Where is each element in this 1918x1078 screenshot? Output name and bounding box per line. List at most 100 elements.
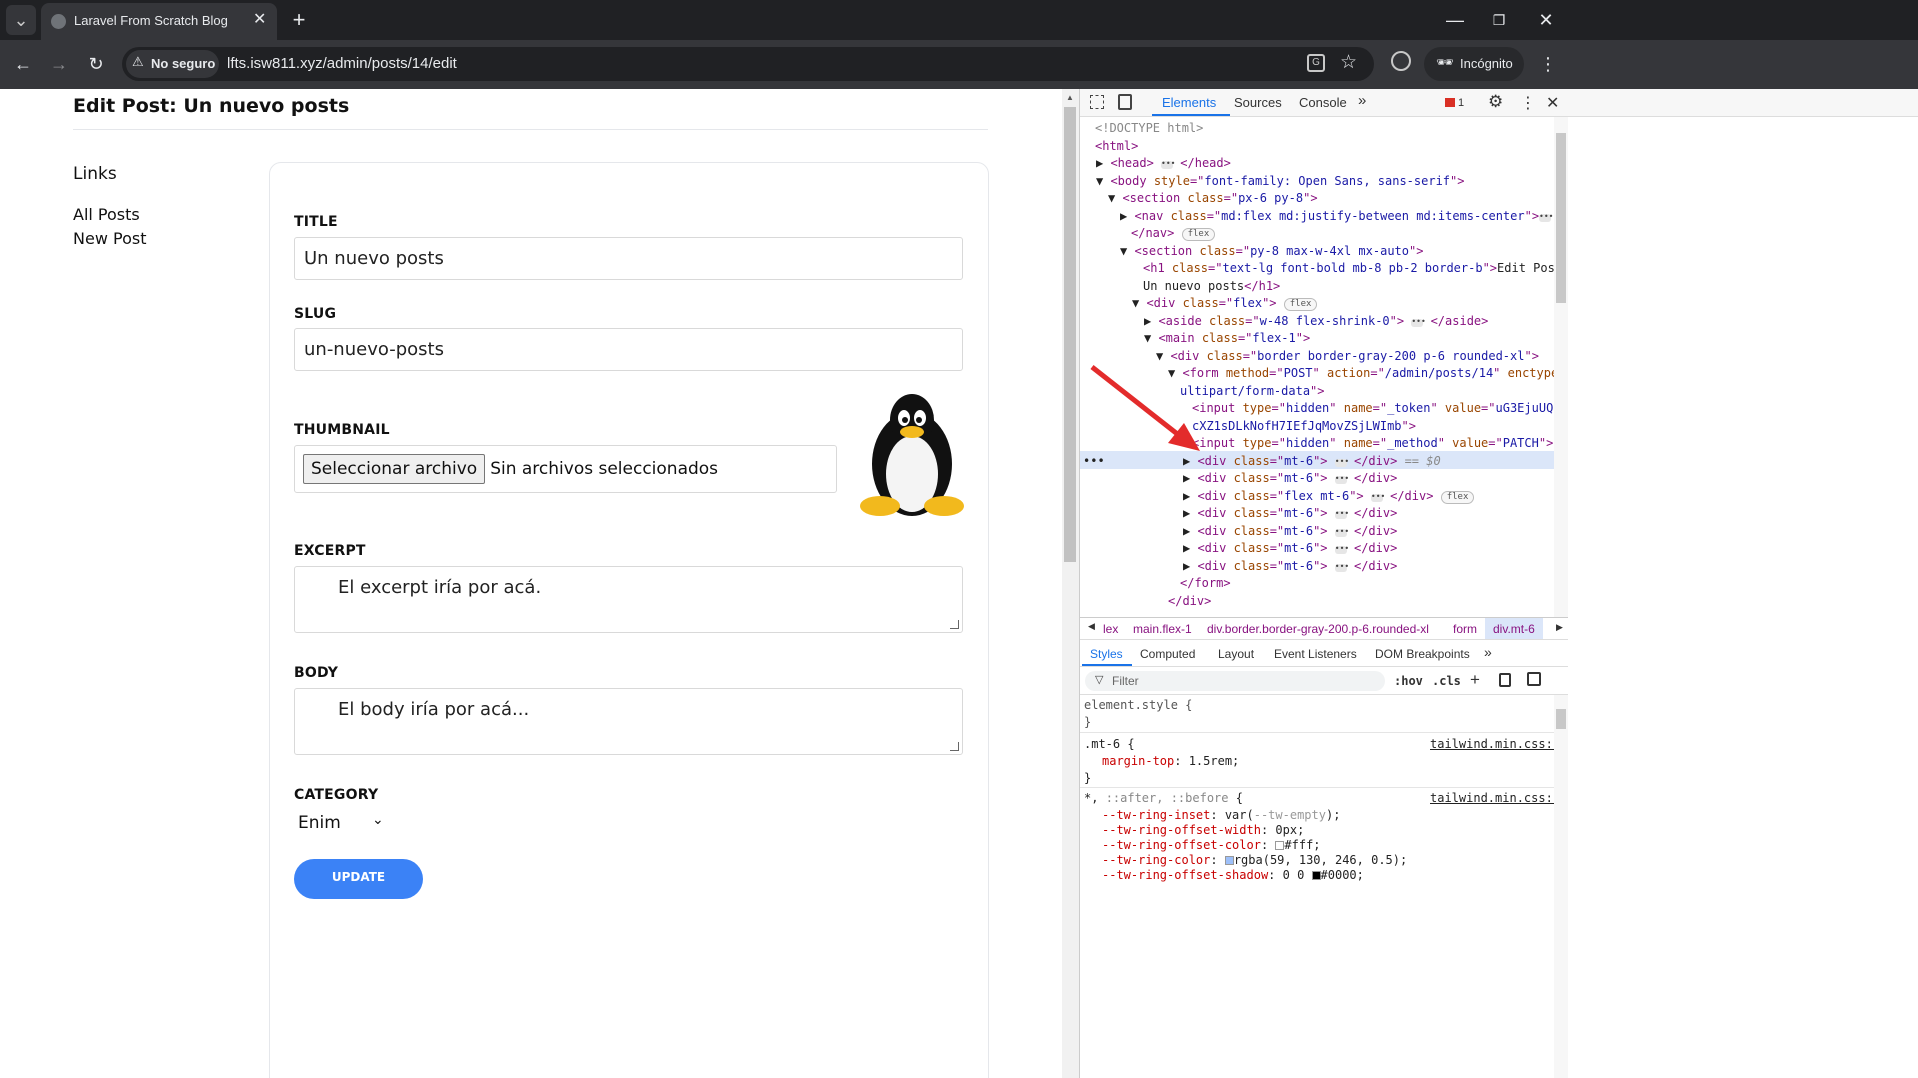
slug-input[interactable]: un-nuevo-posts bbox=[294, 328, 963, 371]
browser-menu-icon[interactable]: ⋮ bbox=[1533, 49, 1563, 79]
devtools-panel: Elements Sources Console » 1 ⚙ ⋮ ✕ <!DOC… bbox=[1079, 89, 1918, 1078]
update-button[interactable]: UPDATE bbox=[294, 859, 423, 899]
stylesheet-link[interactable]: tailwind.min.css:1 bbox=[1430, 791, 1554, 805]
settings-gear-icon[interactable]: ⚙ bbox=[1488, 92, 1503, 112]
tab-strip: ⌄ Laravel From Scratch Blog ✕ + — ❐ ✕ bbox=[0, 0, 1918, 40]
tab-console[interactable]: Console bbox=[1299, 95, 1347, 110]
rule-divider bbox=[1080, 732, 1554, 733]
breadcrumb-left-icon[interactable]: ◀ bbox=[1088, 621, 1095, 632]
error-icon bbox=[1445, 98, 1455, 107]
forward-arrow-icon[interactable]: → bbox=[44, 49, 74, 79]
color-swatch[interactable] bbox=[1311, 871, 1321, 880]
scroll-thumb[interactable] bbox=[1064, 107, 1076, 562]
extensions-icon[interactable] bbox=[1391, 51, 1411, 71]
stylesheet-link[interactable]: tailwind.min.css:1 bbox=[1430, 737, 1554, 751]
more-style-tabs-icon[interactable]: » bbox=[1484, 644, 1492, 660]
cls-toggle[interactable]: .cls bbox=[1432, 674, 1461, 688]
resize-grip-icon[interactable] bbox=[950, 742, 959, 751]
inspect-element-icon[interactable] bbox=[1090, 95, 1104, 109]
tab-layout[interactable]: Layout bbox=[1218, 647, 1254, 661]
restore-icon[interactable]: ❐ bbox=[1484, 5, 1514, 35]
style-rule-line[interactable]: --tw-ring-offset-width: 0px; bbox=[1102, 823, 1304, 837]
tab-styles[interactable]: Styles bbox=[1090, 647, 1123, 661]
tab-sources[interactable]: Sources bbox=[1234, 95, 1282, 110]
excerpt-textarea[interactable]: El excerpt iría por acá. bbox=[294, 566, 963, 633]
translate-icon[interactable]: G bbox=[1307, 54, 1325, 72]
warning-icon: ⚠ bbox=[132, 54, 144, 69]
devtools-menu-icon[interactable]: ⋮ bbox=[1520, 93, 1536, 113]
body-textarea[interactable]: El body iría por acá... bbox=[294, 688, 963, 755]
breadcrumb-item[interactable]: main.flex-1 bbox=[1133, 622, 1192, 636]
slug-label: SLUG bbox=[294, 306, 337, 322]
filter-funnel-icon: ▽ bbox=[1095, 674, 1104, 686]
dom-tree[interactable]: <!DOCTYPE html> <html> ▶ <head> ••• </he… bbox=[1080, 117, 1554, 617]
choose-file-button[interactable]: Seleccionar archivo bbox=[303, 454, 486, 484]
breadcrumb-item-active[interactable]: div.mt-6 bbox=[1485, 618, 1543, 639]
not-secure-chip[interactable]: ⚠ No seguro bbox=[126, 50, 219, 78]
tab-dom-breakpoints[interactable]: DOM Breakpoints bbox=[1375, 647, 1470, 661]
reload-icon[interactable]: ↻ bbox=[81, 49, 111, 79]
tab-event-listeners[interactable]: Event Listeners bbox=[1274, 647, 1357, 661]
style-rule-line[interactable]: --tw-ring-inset: var(--tw-empty); bbox=[1102, 808, 1340, 822]
address-bar[interactable]: ⚠ No seguro lfts.isw811.xyz/admin/posts/… bbox=[122, 47, 1374, 81]
url-text[interactable]: lfts.isw811.xyz/admin/posts/14/edit bbox=[227, 55, 457, 72]
dom-scroll-thumb[interactable] bbox=[1556, 133, 1566, 303]
style-rule-line[interactable]: --tw-ring-offset-color: #fff; bbox=[1102, 838, 1321, 852]
window-close-icon[interactable]: ✕ bbox=[1531, 5, 1561, 35]
chevron-down-icon: ⌄ bbox=[372, 812, 384, 828]
breadcrumb-right-icon[interactable]: ▶ bbox=[1556, 622, 1563, 633]
tab-search-chevron-icon[interactable]: ⌄ bbox=[6, 5, 36, 35]
back-arrow-icon[interactable]: ← bbox=[8, 49, 38, 79]
style-rule-line: *, ::after, ::before { bbox=[1084, 791, 1243, 805]
styles-scroll-thumb[interactable] bbox=[1556, 709, 1566, 729]
tab-computed[interactable]: Computed bbox=[1140, 647, 1195, 661]
minimize-icon[interactable]: — bbox=[1440, 5, 1470, 35]
resize-grip-icon[interactable] bbox=[950, 620, 959, 629]
hov-toggle[interactable]: :hov bbox=[1394, 674, 1423, 688]
scroll-up-arrow-icon[interactable]: ▲ bbox=[1066, 93, 1074, 102]
sidebar-link-new-post[interactable]: New Post bbox=[73, 229, 146, 248]
style-rule-line[interactable]: --tw-ring-color: rgba(59, 130, 246, 0.5)… bbox=[1102, 853, 1407, 867]
error-badge[interactable]: 1 bbox=[1445, 97, 1464, 109]
slug-input-value: un-nuevo-posts bbox=[304, 339, 444, 360]
page-title: Edit Post: Un nuevo posts bbox=[73, 95, 350, 117]
body-value: El body iría por acá... bbox=[338, 699, 530, 720]
page-scrollbar[interactable]: ▲ bbox=[1062, 89, 1079, 1078]
paint-brush-icon[interactable] bbox=[1499, 673, 1511, 687]
toggle-sidebar-icon[interactable] bbox=[1527, 672, 1541, 686]
thumbnail-file-input[interactable]: Seleccionar archivo Sin archivos selecci… bbox=[294, 445, 837, 493]
device-toolbar-icon[interactable] bbox=[1118, 94, 1132, 110]
file-status: Sin archivos seleccionados bbox=[490, 459, 719, 479]
style-rule-line: element.style { bbox=[1084, 698, 1193, 712]
styles-scrollbar[interactable] bbox=[1554, 695, 1568, 1078]
breadcrumb-item[interactable]: form bbox=[1453, 622, 1477, 636]
devtools-close-icon[interactable]: ✕ bbox=[1546, 93, 1559, 113]
excerpt-label: EXCERPT bbox=[294, 543, 366, 559]
breadcrumb: ◀ lex main.flex-1 div.border.border-gray… bbox=[1080, 617, 1568, 640]
tab-close-icon[interactable]: ✕ bbox=[253, 9, 266, 29]
incognito-chip[interactable]: 🕶 Incógnito bbox=[1424, 47, 1524, 81]
tab-elements[interactable]: Elements bbox=[1162, 95, 1216, 110]
new-style-rule-icon[interactable]: + bbox=[1470, 670, 1480, 690]
style-rule-line[interactable]: --tw-ring-offset-shadow: 0 0 #0000; bbox=[1102, 868, 1364, 882]
sidebar-title: Links bbox=[73, 164, 117, 184]
title-input[interactable]: Un nuevo posts bbox=[294, 237, 963, 280]
style-rule-line: } bbox=[1084, 771, 1092, 785]
style-rule-line[interactable]: margin-top: 1.5rem; bbox=[1102, 754, 1239, 768]
sidebar-link-all-posts[interactable]: All Posts bbox=[73, 205, 140, 224]
browser-tab[interactable]: Laravel From Scratch Blog ✕ bbox=[41, 3, 277, 40]
breadcrumb-item[interactable]: div.border.border-gray-200.p-6.rounded-x… bbox=[1207, 622, 1429, 636]
incognito-icon: 🕶 bbox=[1436, 54, 1454, 70]
color-swatch[interactable] bbox=[1224, 856, 1234, 865]
more-tabs-icon[interactable]: » bbox=[1358, 92, 1366, 109]
body-label: BODY bbox=[294, 665, 339, 681]
red-arrow-annotation bbox=[1090, 365, 1200, 451]
color-swatch[interactable] bbox=[1275, 841, 1285, 850]
bookmark-star-icon[interactable]: ☆ bbox=[1340, 51, 1357, 74]
category-select[interactable]: Enim ⌄ bbox=[298, 812, 390, 837]
thumbnail-label: THUMBNAIL bbox=[294, 422, 390, 438]
breadcrumb-item[interactable]: lex bbox=[1103, 622, 1118, 636]
filter-input[interactable]: ▽ Filter bbox=[1085, 671, 1385, 691]
new-tab-plus-icon[interactable]: + bbox=[284, 5, 314, 35]
dom-scrollbar[interactable] bbox=[1554, 117, 1568, 617]
